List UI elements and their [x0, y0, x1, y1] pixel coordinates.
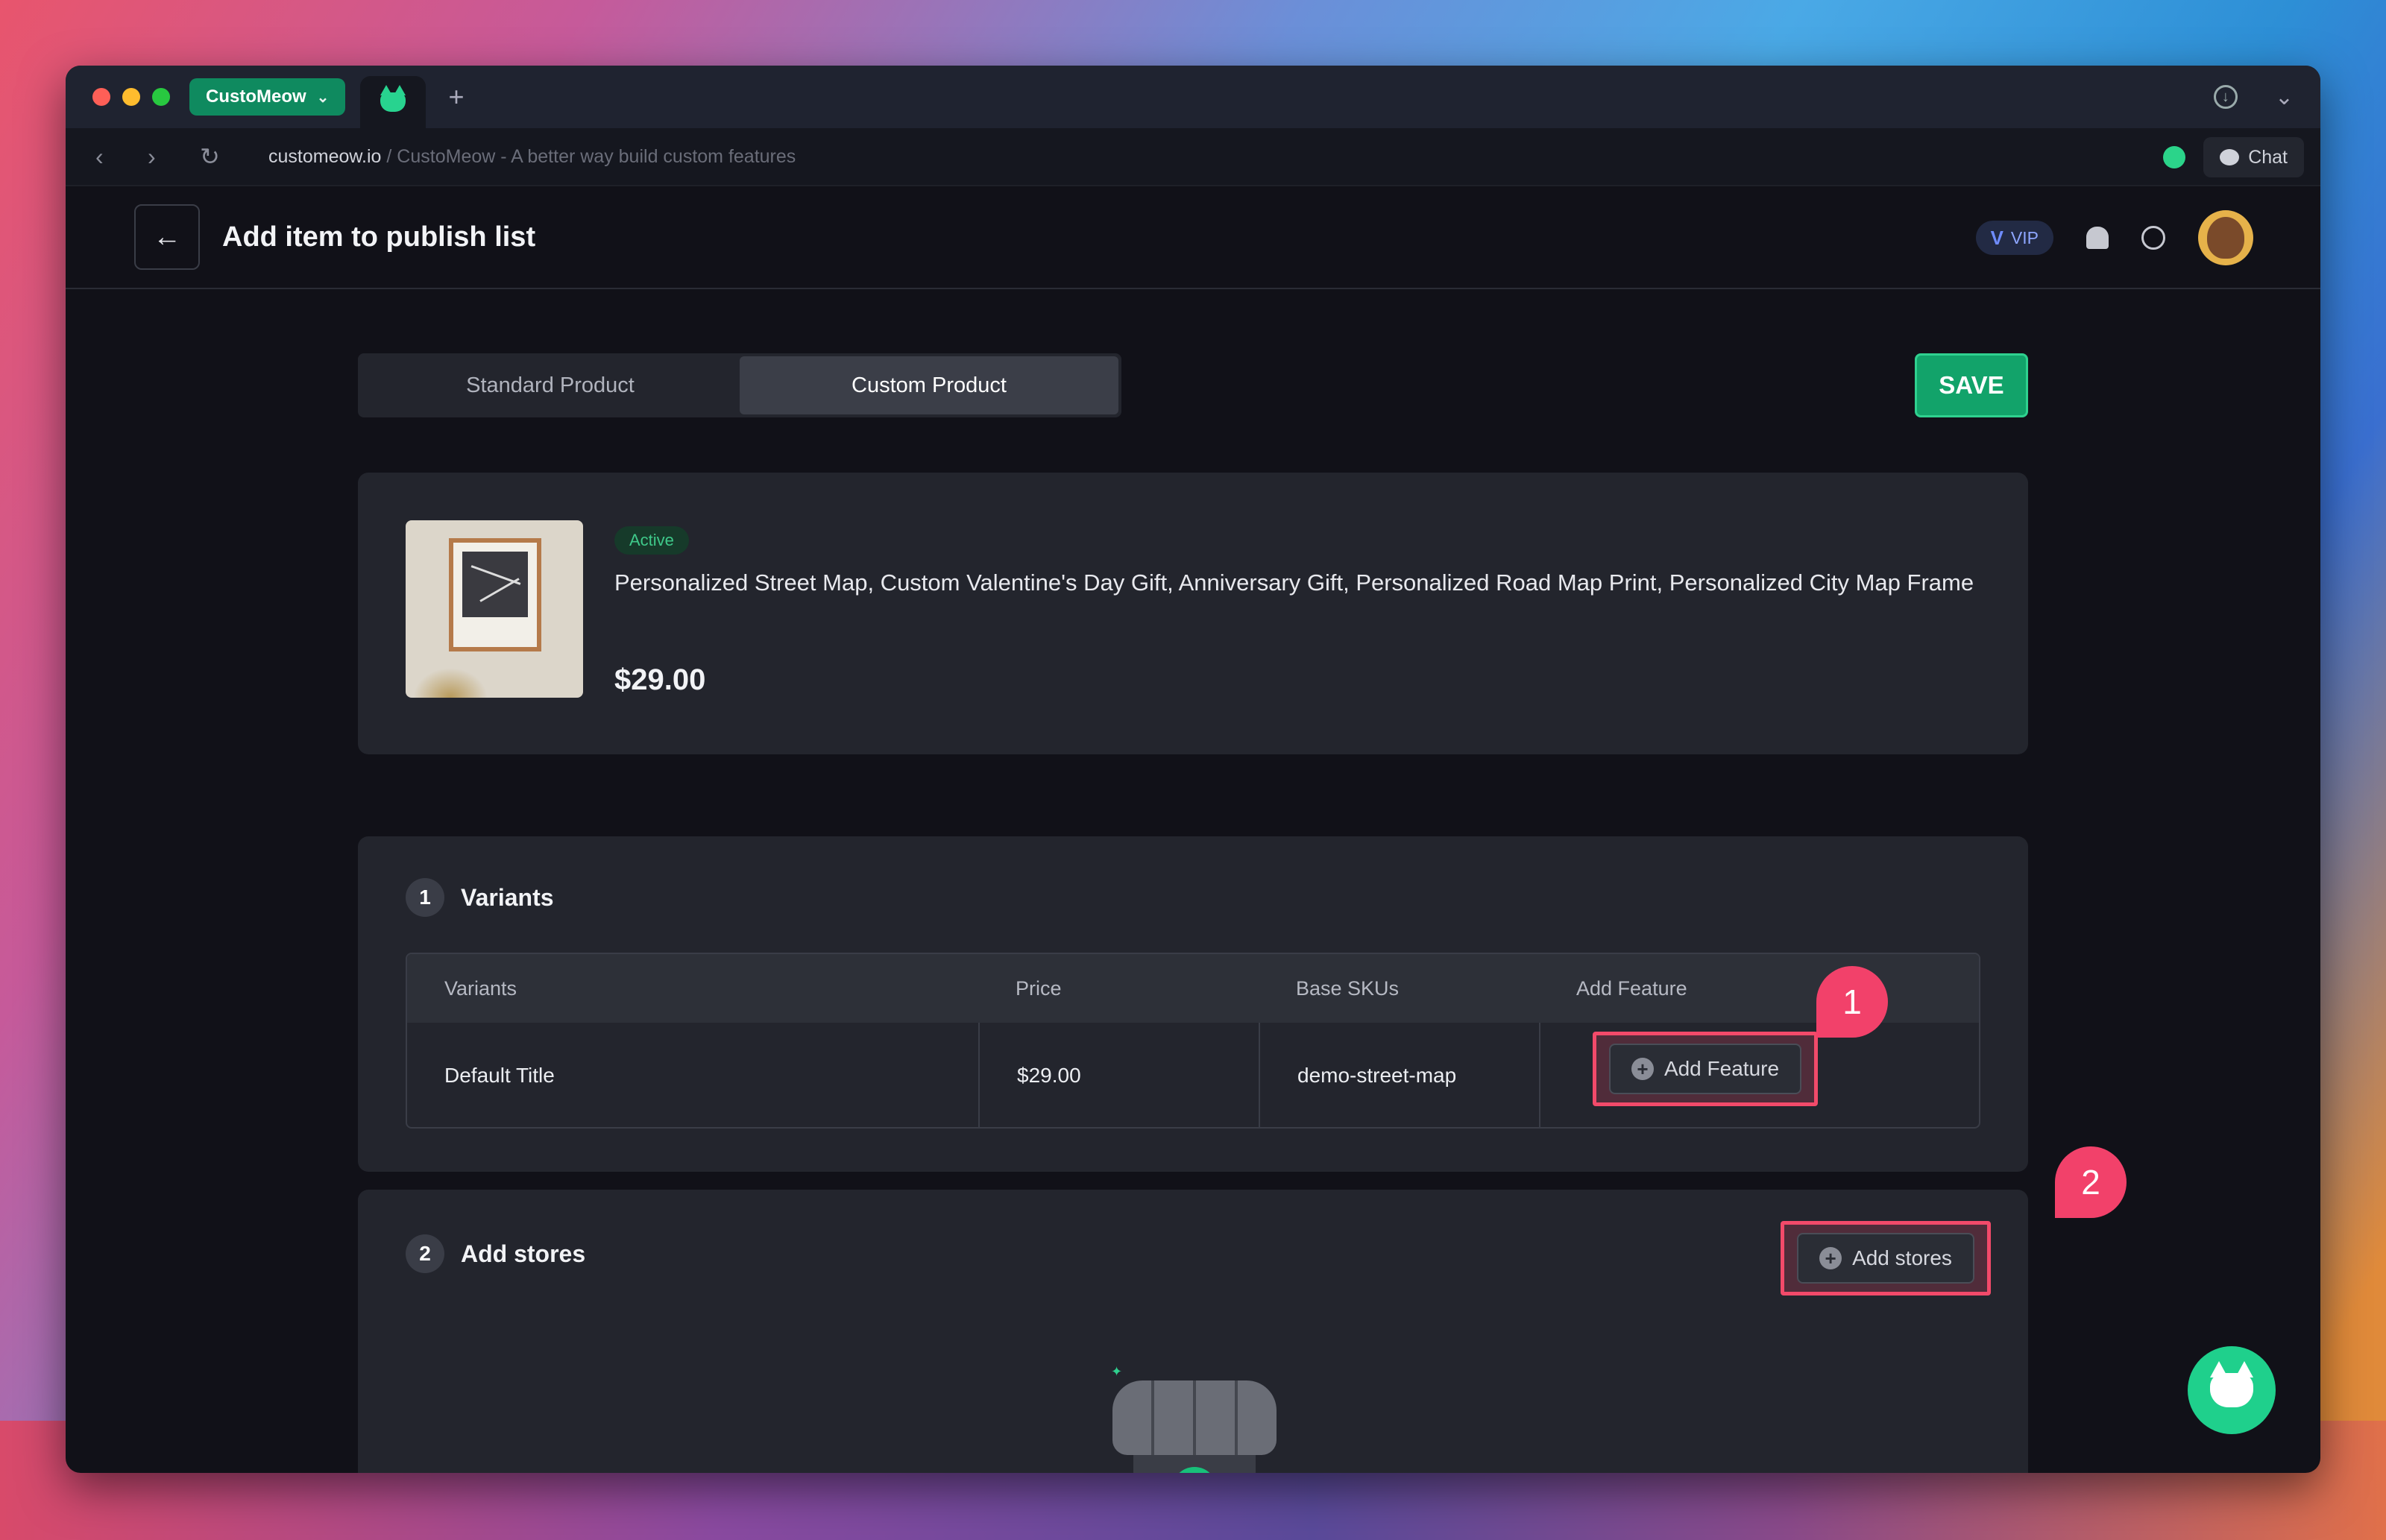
vip-badge[interactable]: V VIP	[1975, 221, 2053, 255]
tab-list-chevron-icon[interactable]: ⌄	[2275, 84, 2294, 110]
variants-card: 1 Variants Variants Price Base SKUs Add …	[358, 836, 2028, 1172]
tab-custom-product[interactable]: Custom Product	[740, 356, 1118, 414]
map-frame	[449, 538, 541, 651]
tab-standard-product[interactable]: Standard Product	[361, 356, 740, 414]
add-feature-highlight: + Add Feature	[1593, 1032, 1818, 1106]
cat-logo-icon	[380, 85, 406, 112]
chat-label: Chat	[2248, 146, 2288, 168]
bell-icon[interactable]	[2086, 227, 2109, 249]
step-number: 1	[406, 878, 444, 917]
page-title: Add item to publish list	[222, 221, 536, 253]
chevron-down-icon: ⌄	[316, 89, 330, 106]
stores-heading: 2 Add stores	[406, 1234, 585, 1273]
store-illustration: ✦ ✦	[1104, 1364, 1282, 1473]
url-path: / CustoMeow - A better way build custom …	[381, 145, 796, 167]
add-feature-label: Add Feature	[1663, 1057, 1780, 1080]
product-price: $29.00	[614, 663, 706, 696]
app-tab[interactable]: CustoMeow ⌄	[189, 78, 346, 116]
store-awning	[1112, 1380, 1277, 1455]
sparkle-icon: ✦	[1111, 1364, 1123, 1379]
plant-decoration	[413, 668, 488, 698]
variant-sku-cell: demo-street-map	[1259, 1023, 1539, 1127]
new-tab-button[interactable]: +	[448, 81, 464, 113]
table-header: Variants Price Base SKUs Add Feature	[407, 954, 1979, 1023]
variant-name-cell: Default Title	[444, 1064, 555, 1087]
product-card: Active Personalized Street Map, Custom V…	[358, 473, 2028, 754]
browser-window: CustoMeow ⌄ + ↓ ⌄ ‹ › ↻ customeow.io / C…	[66, 66, 2320, 1473]
section-title: Variants	[461, 883, 554, 911]
variants-heading: 1 Variants	[406, 878, 554, 917]
page-header: ← Add item to publish list V VIP	[66, 186, 2320, 289]
url-field[interactable]: customeow.io / CustoMeow - A better way …	[268, 146, 796, 168]
reload-icon[interactable]: ↻	[200, 142, 252, 171]
url-domain: customeow.io	[268, 145, 382, 167]
address-bar: ‹ › ↻ customeow.io / CustoMeow - A bette…	[66, 128, 2320, 186]
cat-logo-icon	[2210, 1361, 2253, 1407]
title-bar: CustoMeow ⌄ + ↓ ⌄	[66, 66, 2320, 128]
column-header-variants: Variants	[444, 976, 517, 1000]
maximize-window-button[interactable]	[152, 88, 170, 106]
stores-card: 2 Add stores + Add stores 2 ✦ ✦	[358, 1146, 2127, 1473]
column-header-price: Price	[1016, 976, 1062, 1000]
support-chat-button[interactable]	[2188, 1346, 2276, 1434]
status-badge: Active	[614, 526, 689, 555]
avatar-face	[2207, 217, 2244, 259]
vip-label: VIP	[2010, 227, 2039, 247]
chat-button[interactable]: Chat	[2203, 137, 2304, 177]
map-print	[462, 552, 528, 617]
avatar[interactable]	[2198, 210, 2253, 265]
variant-price-cell: $29.00	[978, 1023, 1259, 1127]
column-header-base-skus: Base SKUs	[1296, 976, 1400, 1000]
step-number: 2	[406, 1234, 444, 1273]
chat-bubble-icon	[2220, 149, 2240, 165]
callout-badge-2: 2	[2055, 1146, 2127, 1218]
product-title: Personalized Street Map, Custom Valentin…	[614, 569, 1974, 596]
minimize-window-button[interactable]	[122, 88, 140, 106]
plus-circle-icon: +	[1631, 1058, 1654, 1080]
window-controls	[92, 88, 170, 106]
back-button[interactable]: ←	[134, 204, 200, 270]
close-window-button[interactable]	[92, 88, 110, 106]
plus-circle-icon: +	[1819, 1247, 1842, 1269]
app-tab-label: CustoMeow	[206, 86, 306, 107]
add-stores-button[interactable]: + Add stores	[1797, 1233, 1974, 1284]
add-stores-label: Add stores	[1852, 1246, 1952, 1269]
product-type-tabs: Standard Product Custom Product	[358, 353, 1121, 417]
product-image[interactable]	[406, 520, 583, 698]
back-nav-icon[interactable]: ‹	[95, 143, 148, 171]
map-road	[479, 578, 520, 602]
globe-icon[interactable]	[2141, 226, 2165, 250]
section-title: Add stores	[461, 1240, 586, 1267]
callout-badge-1: 1	[1816, 966, 1888, 1038]
arrow-left-icon: ←	[153, 221, 181, 253]
add-stores-highlight: + Add stores	[1781, 1221, 1991, 1296]
add-feature-button[interactable]: + Add Feature	[1608, 1044, 1802, 1094]
browser-tab[interactable]	[360, 76, 426, 128]
column-header-add-feature: Add Feature	[1576, 976, 1687, 1000]
extension-icon[interactable]	[2163, 146, 2186, 168]
vip-icon: V	[1990, 226, 2003, 249]
save-button[interactable]: SAVE	[1915, 353, 2028, 417]
forward-nav-icon[interactable]: ›	[148, 143, 200, 171]
download-icon[interactable]: ↓	[2213, 85, 2238, 109]
